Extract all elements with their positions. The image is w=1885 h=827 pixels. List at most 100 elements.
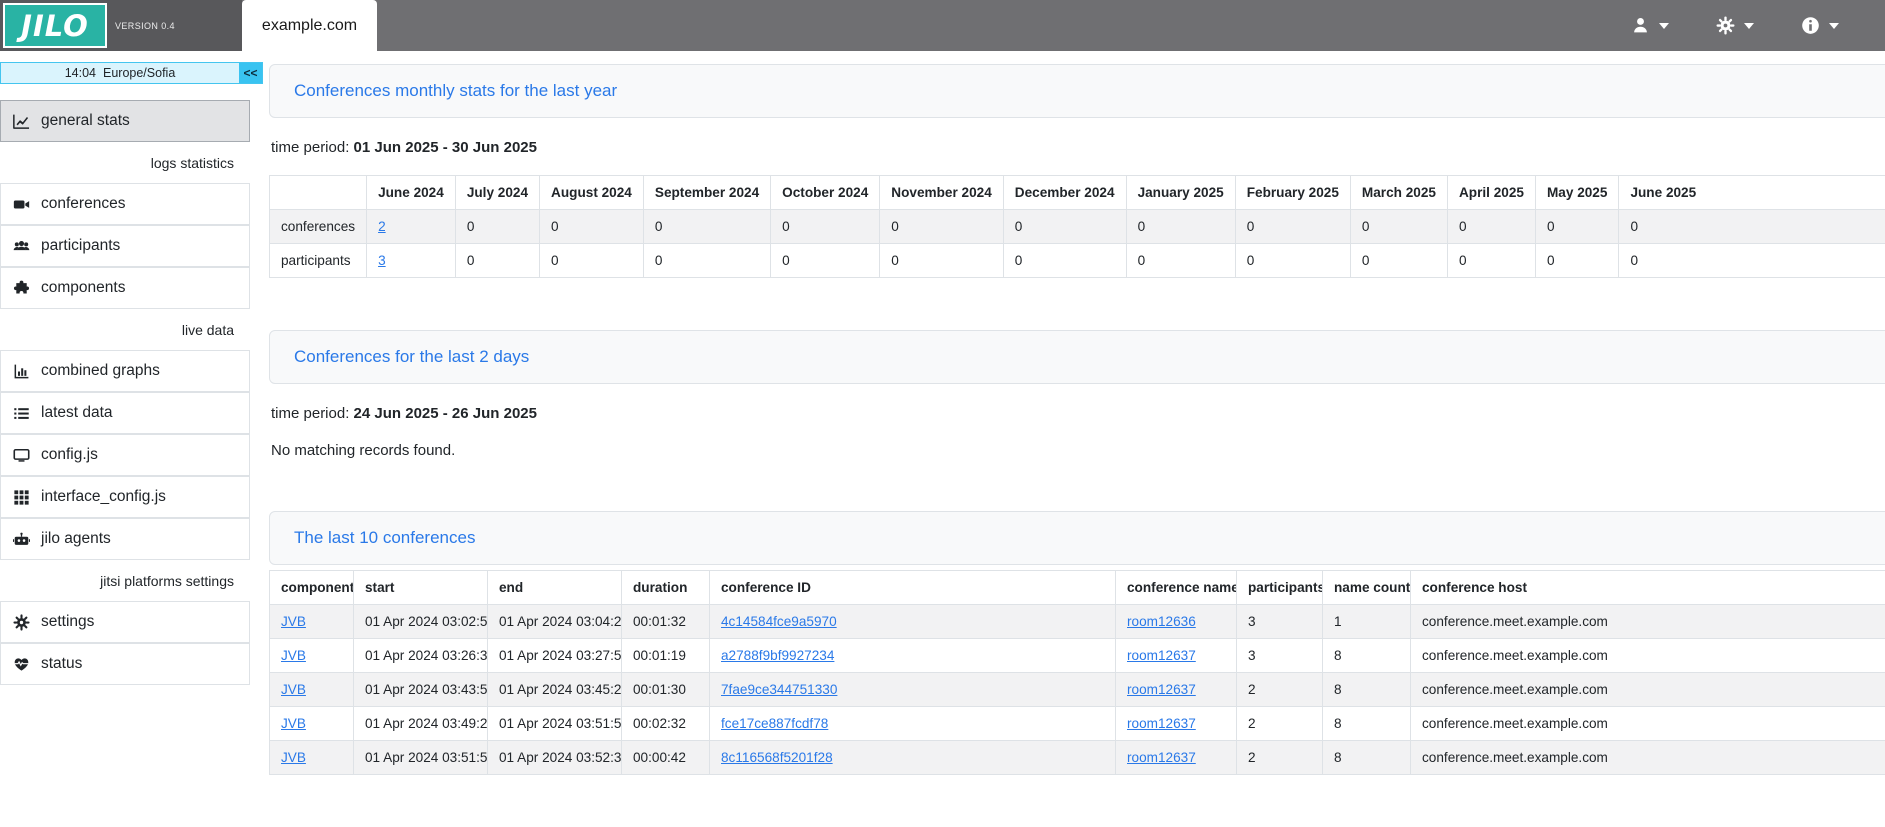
component-link[interactable]: JVB bbox=[281, 614, 306, 629]
component-link[interactable]: JVB bbox=[281, 716, 306, 731]
caret-down-icon bbox=[1659, 23, 1669, 29]
conference-id-link[interactable]: fce17ce887fcdf78 bbox=[721, 716, 828, 731]
clock-text: 14:04 Europe/Sofia bbox=[1, 66, 239, 80]
sidebar-section-label: logs statistics bbox=[0, 142, 250, 183]
conference-name-link[interactable]: room12637 bbox=[1127, 750, 1196, 765]
conference-cell: 8 bbox=[1323, 639, 1411, 673]
monthly-cell: 0 bbox=[643, 244, 770, 278]
monthly-cell: 2 bbox=[367, 210, 456, 244]
monthly-column-header: September 2024 bbox=[643, 176, 770, 210]
conference-cell: 8 bbox=[1323, 673, 1411, 707]
conference-name-link[interactable]: room12636 bbox=[1127, 614, 1196, 629]
conference-cell: 00:01:19 bbox=[622, 639, 710, 673]
component-link[interactable]: JVB bbox=[281, 648, 306, 663]
sidebar-item-label: participants bbox=[41, 237, 120, 255]
sidebar-item-conferences[interactable]: conferences bbox=[0, 183, 250, 225]
sidebar-item-combined-graphs[interactable]: combined graphs bbox=[0, 350, 250, 392]
sidebar-item-label: latest data bbox=[41, 404, 113, 422]
sidebar-item-label: status bbox=[41, 655, 82, 673]
conference-cell: room12637 bbox=[1116, 673, 1237, 707]
conference-name-link[interactable]: room12637 bbox=[1127, 716, 1196, 731]
conference-cell: 01 Apr 2024 03:51:57 bbox=[354, 741, 488, 775]
conference-cell: 3 bbox=[1237, 605, 1323, 639]
monthly-cell: 0 bbox=[1350, 210, 1447, 244]
clock-time: 14:04 bbox=[65, 66, 96, 80]
caret-down-icon bbox=[1744, 23, 1754, 29]
monthly-column-header: June 2024 bbox=[367, 176, 456, 210]
conference-cell: 00:02:32 bbox=[622, 707, 710, 741]
monthly-cell: 0 bbox=[771, 210, 880, 244]
conference-cell: room12637 bbox=[1116, 741, 1237, 775]
conference-cell: 01 Apr 2024 03:27:54 bbox=[488, 639, 622, 673]
monthly-cell: 0 bbox=[1350, 244, 1447, 278]
conference-name-link[interactable]: room12637 bbox=[1127, 682, 1196, 697]
sidebar-item-components[interactable]: components bbox=[0, 267, 250, 309]
gear-icon bbox=[1716, 16, 1735, 35]
conference-cell: conference.meet.example.com bbox=[1411, 707, 1885, 741]
conference-cell: 8 bbox=[1323, 741, 1411, 775]
conference-cell: 4c14584fce9a5970 bbox=[710, 605, 1116, 639]
monthly-cell: 0 bbox=[540, 244, 644, 278]
monthly-cell: 0 bbox=[880, 244, 1004, 278]
monthly-cell: 0 bbox=[1535, 210, 1618, 244]
heart-pulse-icon bbox=[13, 656, 30, 673]
monthly-cell: 0 bbox=[1535, 244, 1618, 278]
monthly-column-header: August 2024 bbox=[540, 176, 644, 210]
sidebar-item-config-js[interactable]: config.js bbox=[0, 434, 250, 476]
robot-icon bbox=[13, 531, 30, 548]
conference-cell: JVB bbox=[270, 673, 354, 707]
grid-icon bbox=[13, 489, 30, 506]
sidebar-item-latest-data[interactable]: latest data bbox=[0, 392, 250, 434]
conference-id-link[interactable]: 4c14584fce9a5970 bbox=[721, 614, 837, 629]
topbar-menus bbox=[1631, 0, 1885, 51]
sidebar-item-general-stats[interactable]: general stats bbox=[0, 100, 250, 142]
monthly-column-header: December 2024 bbox=[1003, 176, 1126, 210]
monthly-column-header: May 2025 bbox=[1535, 176, 1618, 210]
platform-tab[interactable]: example.com bbox=[242, 0, 377, 51]
conference-id-link[interactable]: 8c116568f5201f28 bbox=[721, 750, 833, 765]
component-link[interactable]: JVB bbox=[281, 750, 306, 765]
info-menu[interactable] bbox=[1801, 16, 1839, 35]
conference-cell: 01 Apr 2024 03:49:20 bbox=[354, 707, 488, 741]
chart-line-icon bbox=[13, 113, 30, 130]
conference-column-header: name count bbox=[1323, 571, 1411, 605]
monthly-cell: 0 bbox=[1126, 244, 1235, 278]
monthly-cell: 0 bbox=[643, 210, 770, 244]
monthly-column-header: January 2025 bbox=[1126, 176, 1235, 210]
sidebar-item-interface-config-js[interactable]: interface_config.js bbox=[0, 476, 250, 518]
conference-name-link[interactable]: room12637 bbox=[1127, 648, 1196, 663]
conference-cell: 3 bbox=[1237, 639, 1323, 673]
conference-cell: conference.meet.example.com bbox=[1411, 673, 1885, 707]
settings-menu[interactable] bbox=[1716, 16, 1754, 35]
sidebar-collapse-button[interactable]: << bbox=[239, 63, 262, 83]
conference-id-link[interactable]: a2788f9bf9927234 bbox=[721, 648, 834, 663]
monthly-value-link[interactable]: 2 bbox=[378, 219, 386, 234]
conference-id-link[interactable]: 7fae9ce344751330 bbox=[721, 682, 837, 697]
monthly-column-header: April 2025 bbox=[1447, 176, 1535, 210]
conference-cell: 7fae9ce344751330 bbox=[710, 673, 1116, 707]
sidebar-item-settings[interactable]: settings bbox=[0, 601, 250, 643]
sidebar-item-jilo-agents[interactable]: jilo agents bbox=[0, 518, 250, 560]
app-logo: JILO bbox=[3, 3, 107, 48]
sidebar-item-status[interactable]: status bbox=[0, 643, 250, 685]
time-period-label: time period: bbox=[271, 405, 349, 422]
sidebar-item-participants[interactable]: participants bbox=[0, 225, 250, 267]
clock-timezone: Europe/Sofia bbox=[103, 66, 175, 80]
monthly-value-link[interactable]: 3 bbox=[378, 253, 386, 268]
monthly-cell: 0 bbox=[1619, 244, 1885, 278]
sidebar-item-label: conferences bbox=[41, 195, 125, 213]
conference-cell: 01 Apr 2024 03:51:52 bbox=[488, 707, 622, 741]
user-menu[interactable] bbox=[1631, 16, 1669, 35]
table-row: JVB01 Apr 2024 03:51:5701 Apr 2024 03:52… bbox=[270, 741, 1885, 775]
monthly-time-period: time period: 01 Jun 2025 - 30 Jun 2025 bbox=[271, 139, 1883, 156]
info-circle-icon bbox=[1801, 16, 1820, 35]
monthly-stats-title: Conferences monthly stats for the last y… bbox=[269, 64, 1885, 118]
sidebar-item-label: components bbox=[41, 279, 125, 297]
sidebar-item-label: interface_config.js bbox=[41, 488, 166, 506]
sidebar-item-label: combined graphs bbox=[41, 362, 160, 380]
no-records-message: No matching records found. bbox=[271, 442, 1883, 459]
monthly-cell: 0 bbox=[1003, 244, 1126, 278]
sidebar-item-label: settings bbox=[41, 613, 94, 631]
conference-cell: room12637 bbox=[1116, 707, 1237, 741]
component-link[interactable]: JVB bbox=[281, 682, 306, 697]
